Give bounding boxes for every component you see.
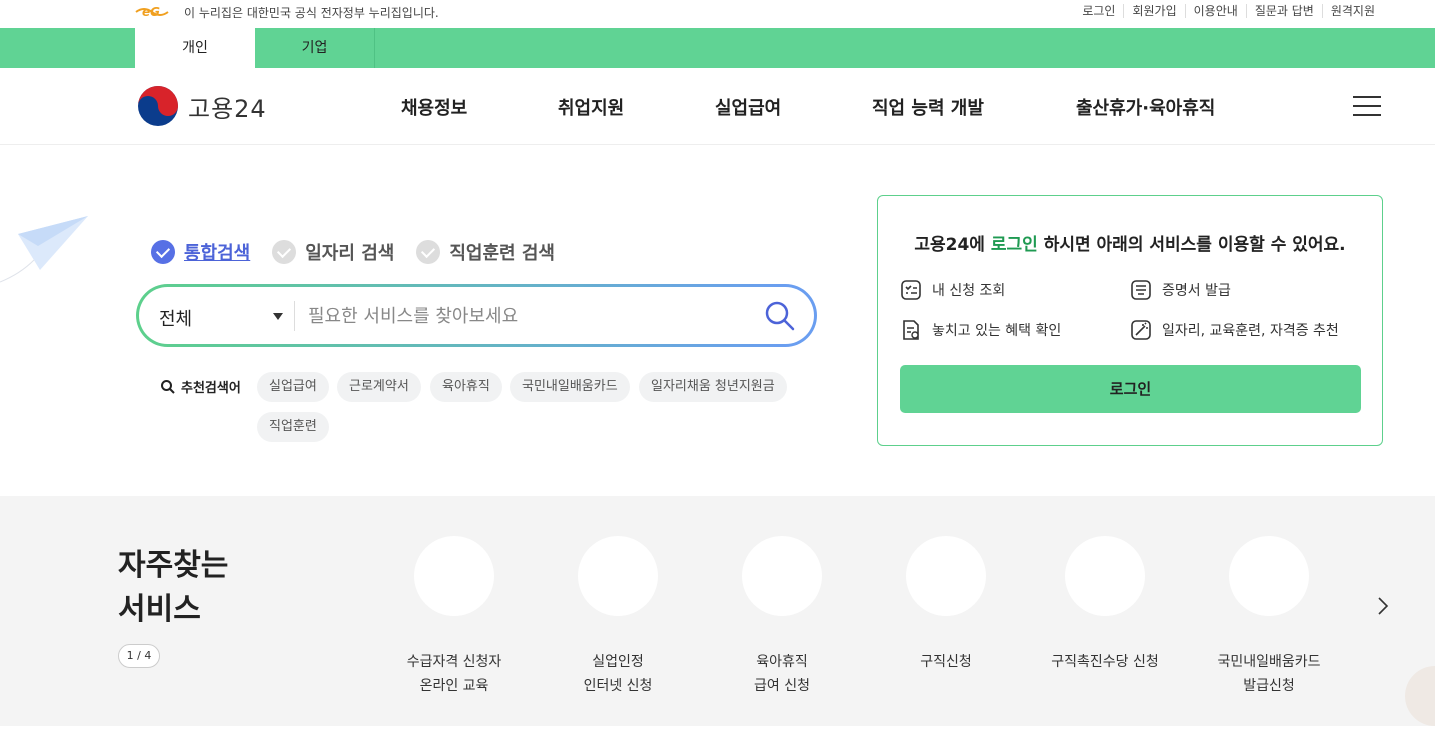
login-button[interactable]: 로그인 <box>900 365 1361 413</box>
search-type-tabs: 통합검색 일자리 검색 직업훈련 검색 <box>151 239 577 265</box>
qna-link[interactable]: 질문과 답변 <box>1245 4 1322 18</box>
service-item-label: 육아휴직 급여 신청 <box>754 654 810 694</box>
service-my-applications[interactable]: 내 신청 조회 <box>900 279 1005 301</box>
tab-label: 통합검색 <box>184 243 251 264</box>
check-circle-icon <box>272 240 297 264</box>
service-icon <box>1229 536 1309 616</box>
taegeuk-logo-icon <box>138 86 178 126</box>
document-check-icon <box>903 320 919 340</box>
service-item[interactable]: 실업인정 인터넷 신청 <box>548 536 688 698</box>
main-header: 고용24 채용정보 취업지원 실업급여 직업 능력 개발 출산휴가·육아휴직 <box>0 68 1435 145</box>
keyword-chip[interactable]: 근로계약서 <box>337 372 421 402</box>
tab-label: 직업훈련 검색 <box>449 243 555 264</box>
check-circle-icon <box>416 240 441 264</box>
service-item[interactable]: 국민내일배움카드 발급신청 <box>1199 536 1339 698</box>
brand-logo[interactable]: 고용24 <box>136 84 267 128</box>
nav-skills-development[interactable]: 직업 능력 개발 <box>872 94 984 120</box>
decorative-shape <box>1405 666 1435 726</box>
service-label: 증명서 발급 <box>1162 283 1231 299</box>
service-icon <box>414 536 494 616</box>
service-certificates[interactable]: 증명서 발급 <box>1130 279 1231 301</box>
user-type-tabs: 개인 기업 <box>0 28 1435 68</box>
caret-down-icon[interactable] <box>273 313 283 320</box>
keyword-chip[interactable]: 국민내일배움카드 <box>510 372 630 402</box>
service-item-label: 국민내일배움카드 발급신청 <box>1217 654 1321 694</box>
utility-bar: eG 이 누리집은 대한민국 공식 전자정부 누리집입니다. 로그인 회원가입 … <box>0 0 1435 28</box>
recommended-keywords-label: 추천검색어 <box>160 377 241 396</box>
service-icon <box>578 536 658 616</box>
service-item-label: 실업인정 인터넷 신청 <box>583 654 653 694</box>
search-box: 전체 <box>136 284 817 347</box>
login-panel: 고용24에 로그인 하시면 아래의 서비스를 이용할 수 있어요. 내 신청 조… <box>877 195 1383 446</box>
service-icon <box>1065 536 1145 616</box>
nav-employment-support[interactable]: 취업지원 <box>558 94 624 120</box>
svg-text:eG: eG <box>142 5 160 19</box>
guide-link[interactable]: 이용안내 <box>1184 4 1246 18</box>
service-item-label: 구직촉진수당 신청 <box>1051 654 1159 670</box>
service-icon <box>906 536 986 616</box>
tab-integrated-search[interactable]: 통합검색 <box>151 239 250 265</box>
checklist-icon <box>901 280 921 300</box>
keyword-chip[interactable]: 일자리채움 청년지원금 <box>639 372 787 402</box>
login-link[interactable]: 로그인 <box>1074 4 1123 18</box>
tab-personal[interactable]: 개인 <box>135 28 255 68</box>
service-item-label: 수급자격 신청자 온라인 교육 <box>406 654 502 694</box>
service-item[interactable]: 수급자격 신청자 온라인 교육 <box>384 536 524 698</box>
service-item[interactable]: 구직신청 <box>876 536 1016 674</box>
service-icon <box>742 536 822 616</box>
section-title: 자주찾는 서비스 <box>118 544 228 632</box>
keyword-chip[interactable]: 직업훈련 <box>257 412 329 442</box>
service-item[interactable]: 육아휴직 급여 신청 <box>712 536 852 698</box>
service-label: 놓치고 있는 혜택 확인 <box>932 323 1062 339</box>
service-recommendations[interactable]: 일자리, 교육훈련, 자격증 추천 <box>1130 319 1339 341</box>
tab-corporate[interactable]: 기업 <box>255 28 375 68</box>
recommended-label-text: 추천검색어 <box>181 381 241 396</box>
utility-links: 로그인 회원가입 이용안내 질문과 답변 원격지원 <box>1074 4 1383 18</box>
search-icon[interactable] <box>763 299 797 333</box>
magic-wand-icon <box>1131 320 1151 340</box>
login-panel-title: 고용24에 로그인 하시면 아래의 서비스를 이용할 수 있어요. <box>878 230 1382 255</box>
certificate-icon <box>1131 280 1151 300</box>
remote-support-link[interactable]: 원격지원 <box>1321 4 1383 18</box>
keyword-chip[interactable]: 실업급여 <box>257 372 329 402</box>
check-circle-icon <box>151 240 175 264</box>
search-icon <box>161 379 175 394</box>
carousel-pager: 1 / 4 <box>118 644 160 668</box>
service-label: 내 신청 조회 <box>932 283 1006 299</box>
search-input[interactable] <box>308 301 748 331</box>
title-text: 하시면 아래의 서비스를 이용할 수 있어요. <box>1037 235 1346 255</box>
frequent-services-section: 자주찾는 서비스 1 / 4 수급자격 신청자 온라인 교육 실업인정 인터넷 … <box>0 496 1435 726</box>
brand-name: 고용24 <box>188 94 267 123</box>
keyword-chip[interactable]: 육아휴직 <box>430 372 502 402</box>
egov-logo-icon: eG <box>135 5 169 19</box>
service-item-label: 구직신청 <box>920 654 972 670</box>
divider <box>294 301 295 331</box>
nav-unemployment-benefits[interactable]: 실업급여 <box>715 94 781 120</box>
title-highlight: 로그인 <box>990 235 1038 255</box>
service-missed-benefits[interactable]: 놓치고 있는 혜택 확인 <box>900 319 1061 341</box>
title-text: 고용24에 <box>914 235 991 255</box>
paper-plane-icon <box>0 216 88 283</box>
nav-jobs[interactable]: 채용정보 <box>401 94 467 120</box>
service-item[interactable]: 구직촉진수당 신청 <box>1035 536 1175 674</box>
signup-link[interactable]: 회원가입 <box>1123 4 1184 18</box>
gov-notice: 이 누리집은 대한민국 공식 전자정부 누리집입니다. <box>184 6 439 20</box>
title-line: 자주찾는 <box>118 548 229 583</box>
chevron-right-icon[interactable] <box>1375 596 1391 616</box>
tab-job-search[interactable]: 일자리 검색 <box>272 239 394 265</box>
service-label: 일자리, 교육훈련, 자격증 추천 <box>1162 323 1339 339</box>
tab-label: 일자리 검색 <box>305 243 395 264</box>
category-select[interactable]: 전체 <box>159 305 192 331</box>
nav-parental-leave[interactable]: 출산휴가·육아휴직 <box>1076 94 1215 120</box>
menu-icon[interactable] <box>1353 96 1381 116</box>
tab-training-search[interactable]: 직업훈련 검색 <box>416 239 555 265</box>
title-line: 서비스 <box>118 592 201 627</box>
